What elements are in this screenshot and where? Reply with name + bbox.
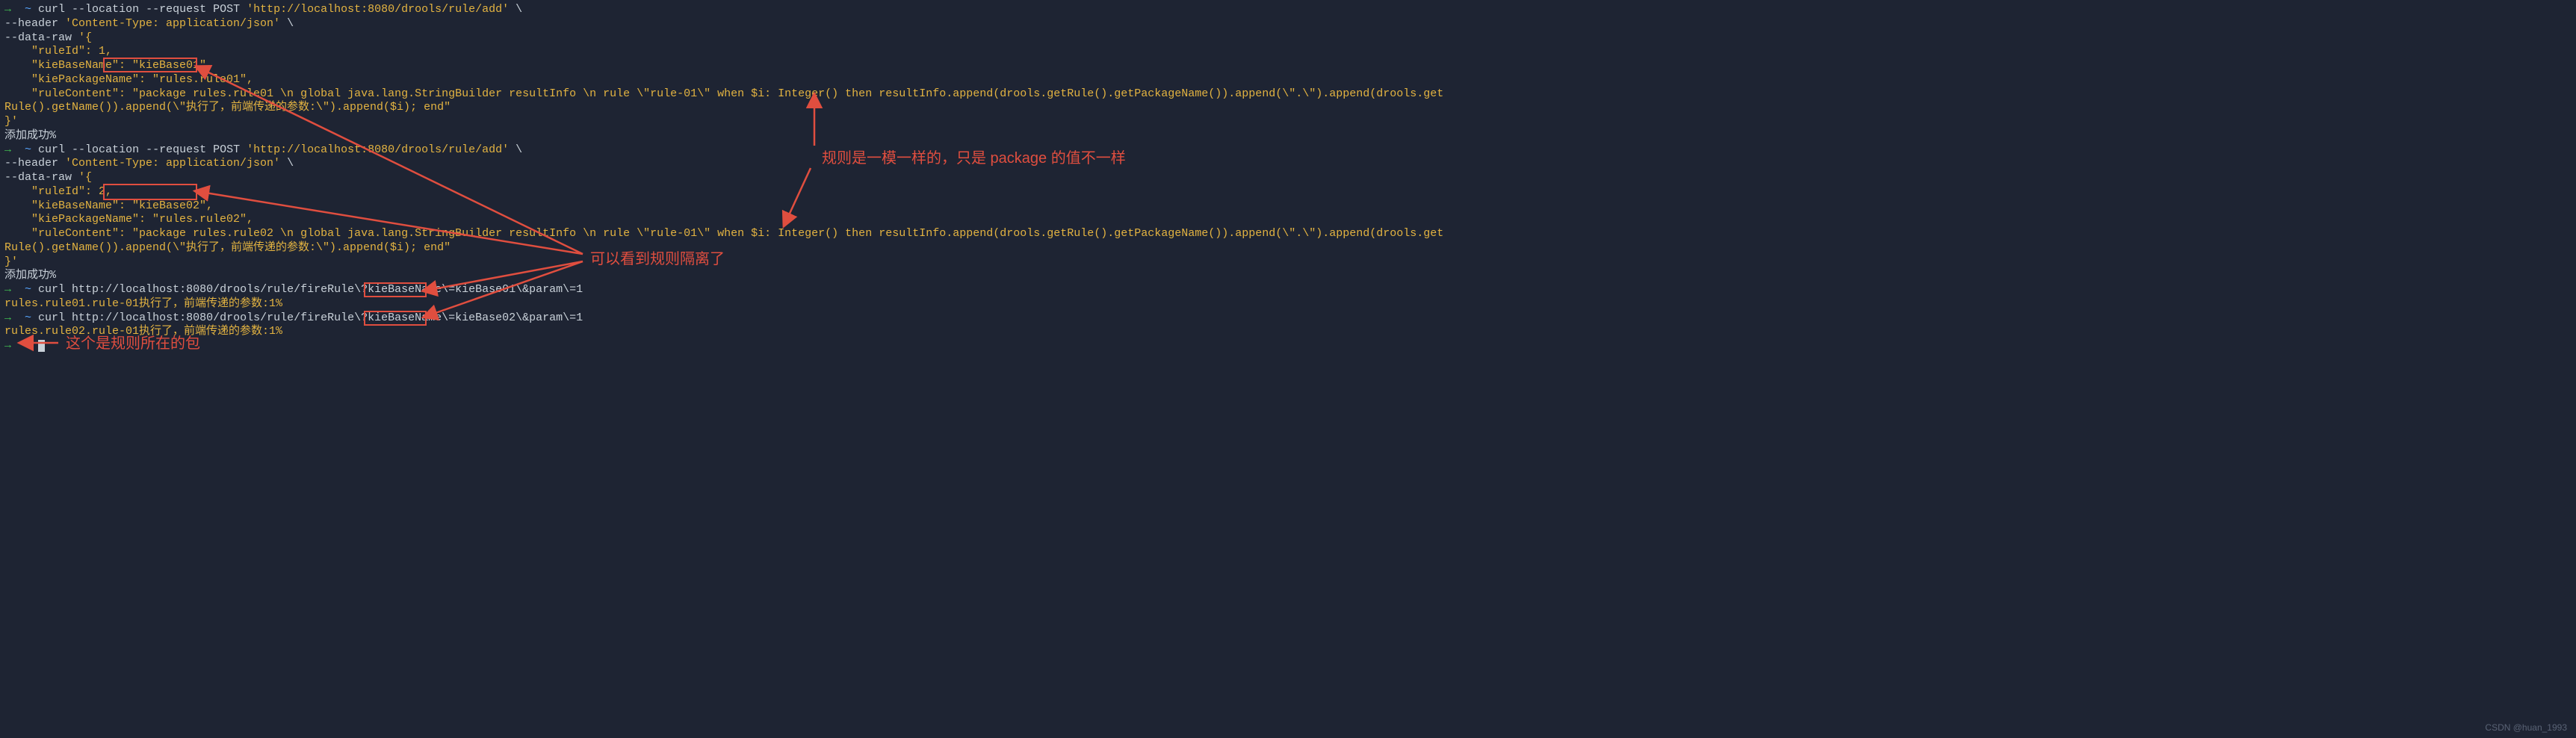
json-line: }': [4, 255, 2572, 270]
annotation-package: 这个是规则所在的包: [66, 335, 200, 353]
json-line: "ruleContent": "package rules.rule01 \n …: [4, 87, 2572, 102]
json-line: "ruleContent": "package rules.rule02 \n …: [4, 227, 2572, 241]
cmd-line: → ~ curl http://localhost:8080/drools/ru…: [4, 311, 2572, 326]
annotation-rules-same: 规则是一模一样的，只是 package 的值不一样: [822, 149, 1126, 168]
fire-rule-cmd-1: curl http://localhost:8080/drools/rule/f…: [31, 283, 583, 296]
fire-rule-output-1: rules.rule01.rule-01执行了，前端传递的参数:1%: [4, 297, 282, 310]
prompt-line[interactable]: → ~: [4, 339, 2572, 353]
cmd-line: --data-raw '{: [4, 171, 2572, 185]
json-line: "kieBaseName": "kieBase02",: [4, 199, 2572, 214]
json-line: "kiePackageName": "rules.rule01",: [4, 73, 2572, 87]
output-line: 添加成功%: [4, 269, 2572, 283]
output-line: 添加成功%: [4, 129, 2572, 143]
cmd-line: --data-raw '{: [4, 31, 2572, 46]
json-line: }': [4, 115, 2572, 129]
kiebase-value-1: "kieBase01",: [126, 59, 213, 72]
annotation-isolated: 可以看到规则隔离了: [590, 250, 725, 269]
watermark: CSDN @huan_1993: [2485, 722, 2567, 734]
kiebase-value-2: "kieBase02",: [126, 199, 213, 212]
cmd-line: → ~ curl --location --request POST 'http…: [4, 143, 2572, 158]
fire-rule-cmd-2: curl http://localhost:8080/drools/rule/f…: [31, 311, 583, 324]
json-line: "kiePackageName": "rules.rule02",: [4, 213, 2572, 227]
cmd-line: → ~ curl http://localhost:8080/drools/ru…: [4, 283, 2572, 297]
json-line: Rule().getName()).append(\"执行了，前端传递的参数:\…: [4, 241, 2572, 255]
output-line: rules.rule01.rule-01执行了，前端传递的参数:1%: [4, 297, 2572, 311]
cmd-line: --header 'Content-Type: application/json…: [4, 17, 2572, 31]
cmd-line: → ~ curl --location --request POST 'http…: [4, 3, 2572, 17]
json-line: "ruleId": 2,: [4, 185, 2572, 199]
prompt-tilde: ~: [25, 3, 31, 16]
json-line: "ruleId": 1,: [4, 45, 2572, 59]
terminal-output: → ~ curl --location --request POST 'http…: [4, 3, 2572, 353]
json-line: "kieBaseName": "kieBase01",: [4, 59, 2572, 73]
cmd-line: --header 'Content-Type: application/json…: [4, 157, 2572, 171]
output-line: rules.rule02.rule-01执行了，前端传递的参数:1%: [4, 325, 2572, 339]
json-line: Rule().getName()).append(\"执行了，前端传递的参数:\…: [4, 101, 2572, 115]
cmd-text: curl --location --request POST: [31, 3, 247, 16]
url-string: 'http://localhost:8080/drools/rule/add': [247, 3, 509, 16]
cursor: [38, 340, 45, 352]
prompt-arrow: →: [4, 3, 11, 16]
